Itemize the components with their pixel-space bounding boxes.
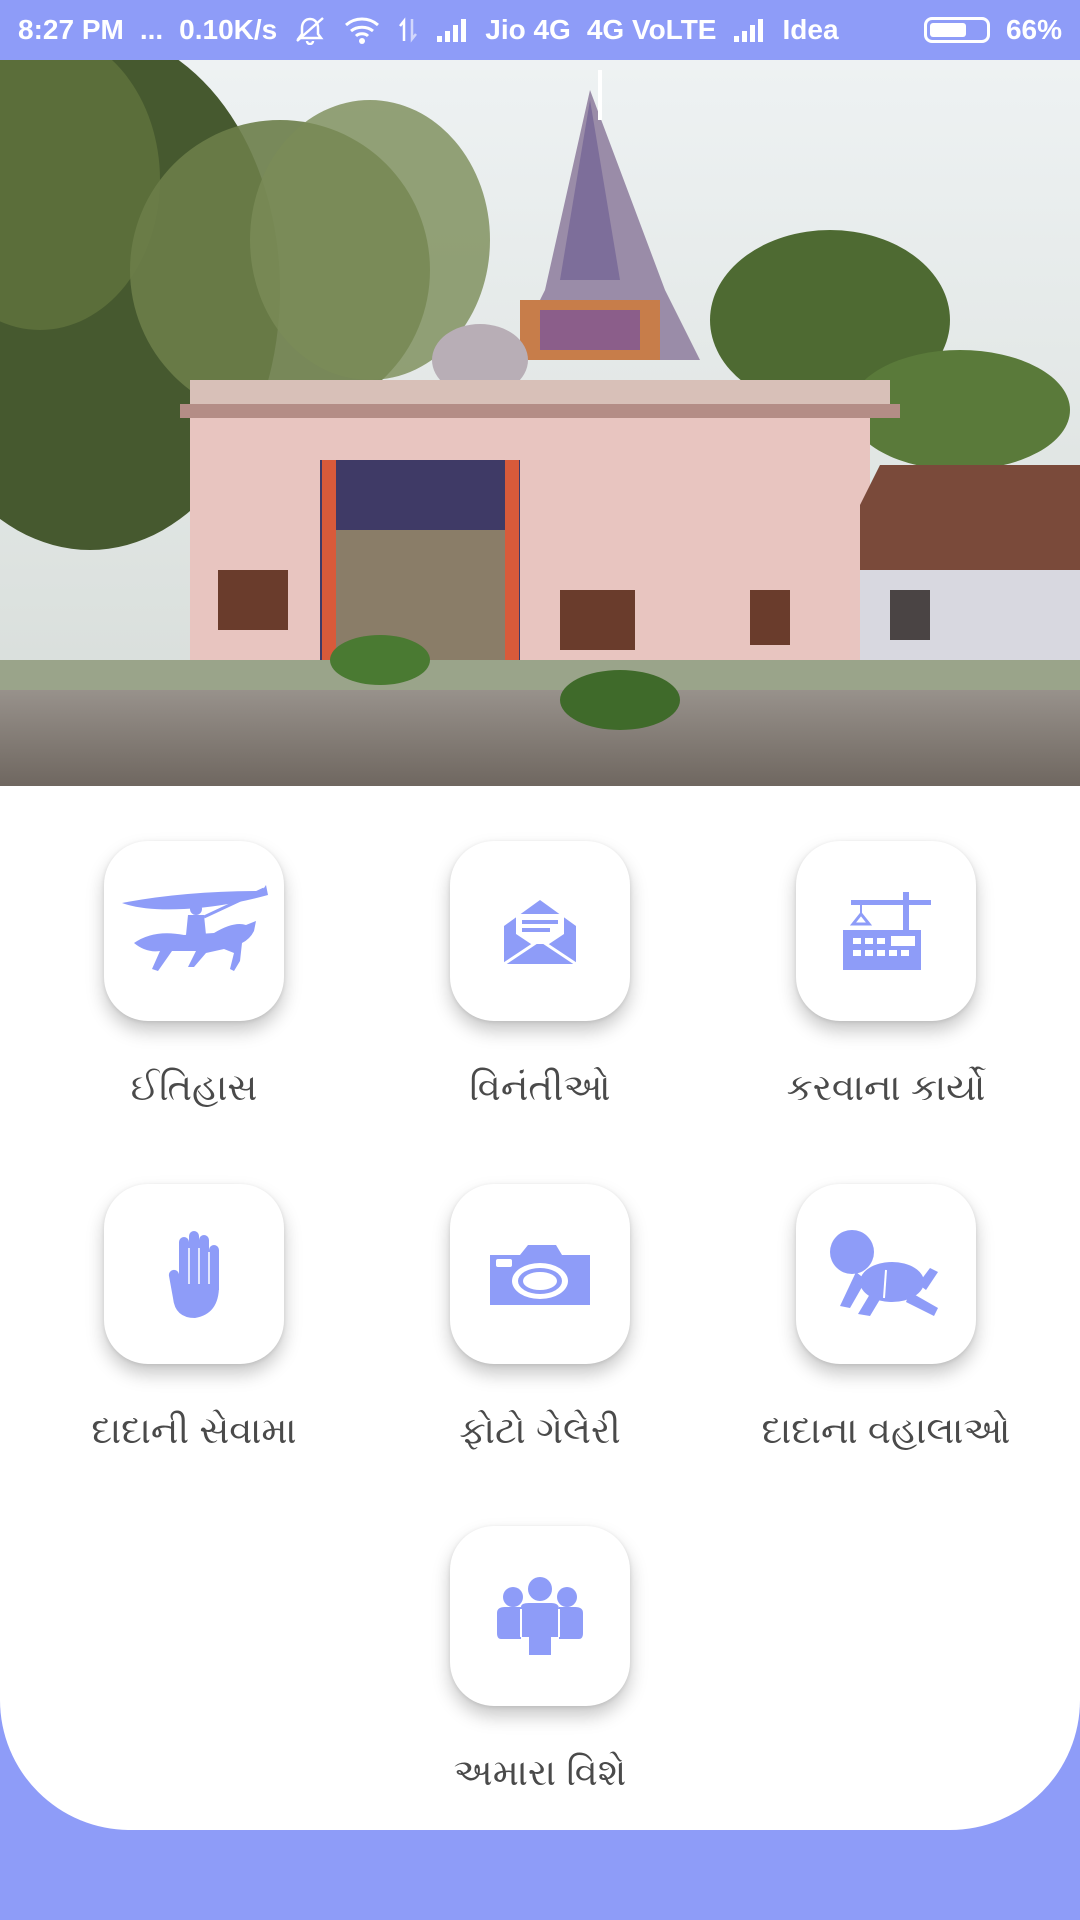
menu-item-beloved[interactable]: દાદાના વહાલાઓ (736, 1184, 1036, 1453)
menu-label-history: ઈતિહાસ (130, 1067, 258, 1108)
menu-label-service: દાદાની સેવામા (91, 1410, 297, 1451)
menu-item-gallery[interactable]: ફોટો ગેલેરી (390, 1184, 690, 1453)
menu-item-about[interactable]: અમારા વિશે (390, 1526, 690, 1795)
status-carrier2: Idea (782, 14, 839, 45)
menu-card: ઈતિહાસ વિનંતીઓ કરવાના કાર્યો દાદાની સેવા… (0, 786, 1080, 1830)
signal-icon (732, 16, 766, 44)
status-carrier1: Jio 4G (485, 14, 571, 45)
tile-history[interactable] (104, 841, 284, 1021)
signal-icon (435, 16, 469, 44)
envelope-icon (503, 900, 577, 966)
camera-icon (490, 1245, 590, 1305)
tile-service[interactable] (104, 1184, 284, 1364)
menu-item-works[interactable]: કરવાના કાર્યો (736, 841, 1036, 1110)
hand-icon (168, 1231, 219, 1318)
menu-label-about: અમારા વિશે (453, 1752, 627, 1793)
status-left: 8:27 PM ... 0.10K/s Jio 4G 4G VoLTE Idea (18, 14, 839, 46)
wifi-icon (343, 15, 381, 45)
menu-item-requests[interactable]: વિનંતીઓ (390, 841, 690, 1110)
menu-label-requests: વિનંતીઓ (469, 1067, 611, 1108)
horse-rider-icon (122, 885, 268, 971)
menu-item-service[interactable]: દાદાની સેવામા (44, 1184, 344, 1453)
battery-percent: 66% (1005, 14, 1062, 45)
group-icon (497, 1577, 583, 1655)
status-time: 8:27 PM (18, 14, 124, 45)
menu-label-works: કરવાના કાર્યો (786, 1067, 986, 1108)
menu-label-beloved: દાદાના વહાલાઓ (761, 1410, 1011, 1451)
status-dots: ... (139, 14, 164, 45)
tile-about[interactable] (450, 1526, 630, 1706)
tile-works[interactable] (796, 841, 976, 1021)
status-bar: 8:27 PM ... 0.10K/s Jio 4G 4G VoLTE Idea… (0, 0, 1080, 60)
baby-icon (830, 1230, 938, 1316)
tile-gallery[interactable] (450, 1184, 630, 1364)
tile-beloved[interactable] (796, 1184, 976, 1364)
battery-icon (923, 17, 990, 43)
tile-requests[interactable] (450, 841, 630, 1021)
menu-label-gallery: ફોટો ગેલેરી (459, 1410, 621, 1451)
status-network: 4G VoLTE (586, 14, 717, 45)
data-arrows-icon (397, 15, 419, 45)
construction-icon (843, 892, 931, 970)
mute-icon (293, 15, 327, 45)
temple-photo (0, 60, 1080, 786)
menu-item-history[interactable]: ઈતિહાસ (44, 841, 344, 1110)
status-speed: 0.10K/s (179, 14, 278, 45)
status-right: 66% (923, 14, 1062, 46)
